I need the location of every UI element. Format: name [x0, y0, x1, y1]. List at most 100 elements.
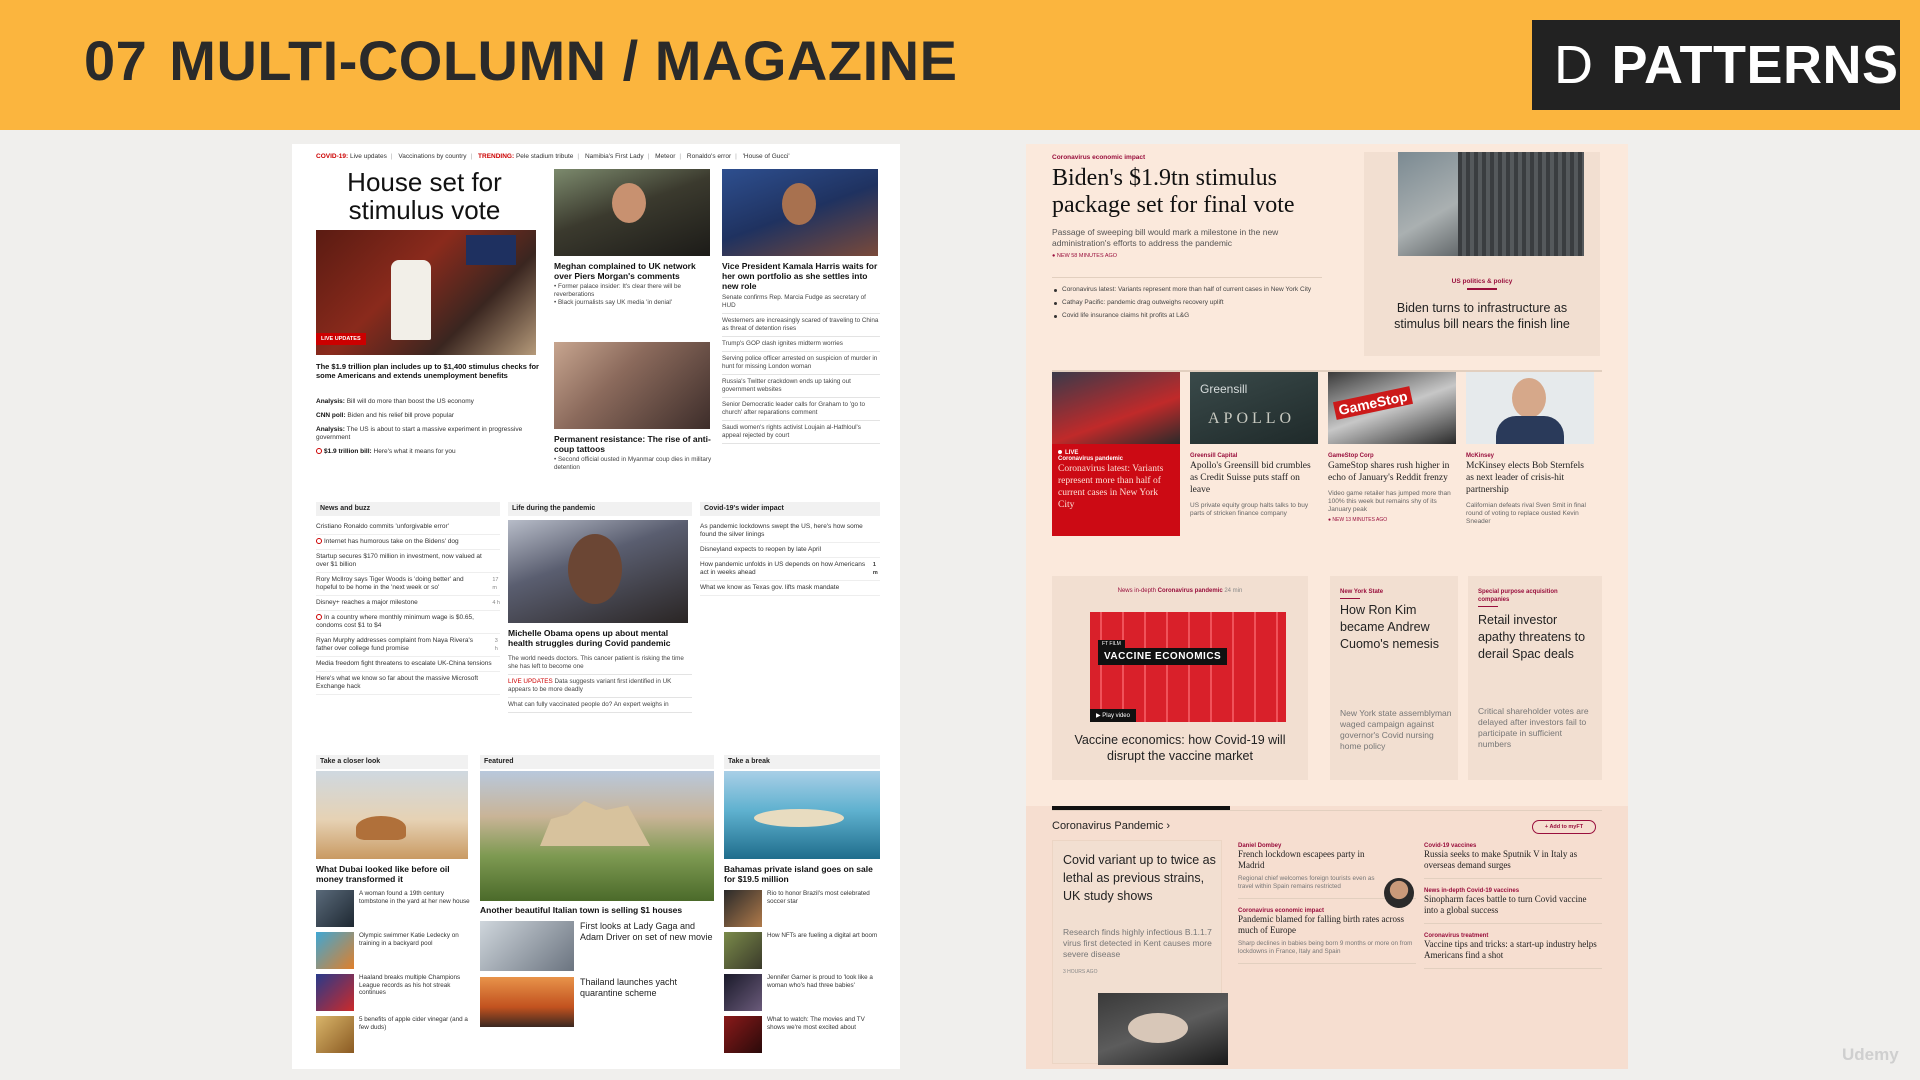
list-item[interactable]: 5 benefits of apple cider vinegar (and a… — [316, 1016, 472, 1053]
list-item[interactable]: In a country where monthly minimum wage … — [316, 611, 500, 634]
play-video-button[interactable]: ▶ Play video — [1090, 709, 1136, 722]
list-item[interactable]: Here's what we know so far about the mas… — [316, 672, 500, 695]
story-headline[interactable]: Coronavirus latest: Variants represent m… — [1058, 463, 1174, 511]
list-item[interactable]: Jennifer Garner is proud to 'look like a… — [724, 974, 882, 1011]
list-item[interactable]: Serving police officer arrested on suspi… — [722, 352, 880, 375]
kamala-image[interactable] — [722, 169, 878, 256]
story-kicker[interactable]: Coronavirus pandemic — [1058, 456, 1174, 462]
add-to-myft-button[interactable]: + Add to myFT — [1532, 820, 1596, 834]
section-link[interactable]: Coronavirus Pandemic › — [1052, 820, 1170, 832]
trending-link[interactable]: Vaccinations by country — [398, 153, 466, 160]
ft-spac-card[interactable]: Special purpose acquisition companies Re… — [1468, 576, 1602, 780]
list-item[interactable]: Analysis: The US is about to start a mas… — [316, 426, 544, 442]
ft-infrastructure-card[interactable]: US politics & policy Biden turns to infr… — [1364, 152, 1600, 356]
list-item[interactable]: Internet has humorous take on the Bidens… — [316, 535, 500, 550]
list-item[interactable]: Thailand launches yacht quarantine schem… — [480, 977, 716, 1027]
story-headline[interactable]: Vice President Kamala Harris waits for h… — [722, 261, 880, 291]
list-item[interactable]: Russia's Twitter crackdown ends up takin… — [722, 375, 880, 398]
trending-link[interactable]: 'House of Gucci' — [743, 153, 790, 160]
list-item[interactable]: $1.9 trillion bill: Here's what it means… — [316, 448, 544, 456]
meghan-image[interactable] — [554, 169, 710, 256]
story-headline[interactable]: Another beautiful Italian town is sellin… — [480, 905, 716, 915]
list-item[interactable]: First looks at Lady Gaga and Adam Driver… — [480, 921, 716, 971]
story-kicker[interactable]: Special purpose acquisition companies — [1478, 588, 1588, 604]
trending-link[interactable]: Pele stadium tribute — [516, 153, 573, 160]
list-item[interactable]: What to watch: The movies and TV shows w… — [724, 1016, 882, 1053]
trending-link[interactable]: Namibia's First Lady — [585, 153, 644, 160]
list-item[interactable]: Saudi women's rights activist Loujain al… — [722, 421, 880, 444]
story-kicker[interactable]: Greensill Capital — [1190, 453, 1318, 459]
list-item[interactable]: Disney+ reaches a major milestone 4 h — [316, 596, 500, 611]
story-kicker[interactable]: News in-depth Coronavirus pandemic 24 mi… — [1052, 588, 1308, 594]
story-headline[interactable]: Permanent resistance: The rise of anti-c… — [554, 434, 712, 454]
list-item[interactable]: Coronavirus treatment Vaccine tips and t… — [1424, 930, 1602, 969]
story-kicker[interactable]: McKinsey — [1466, 453, 1594, 459]
ft-story-card[interactable]: Greensill APOLLO Greensill Capital Apoll… — [1190, 372, 1318, 518]
story-kicker[interactable]: New York State — [1340, 588, 1450, 596]
story-headline[interactable]: Meghan complained to UK network over Pie… — [554, 261, 712, 281]
list-item[interactable]: • Second official ousted in Myanmar coup… — [554, 456, 712, 472]
list-item[interactable]: Daniel Dombey French lockdown escapees p… — [1238, 840, 1416, 908]
story-headline[interactable]: Biden turns to infrastructure as stimulu… — [1374, 300, 1590, 332]
list-item[interactable]: Haaland breaks multiple Champions League… — [316, 974, 472, 1011]
list-item[interactable]: Media freedom fight threatens to escalat… — [316, 657, 500, 672]
list-item[interactable]: Cathay Pacific: pandemic drag outweighs … — [1052, 299, 1322, 307]
story-headline[interactable]: Biden's $1.9tn stimulus package set for … — [1052, 165, 1322, 219]
list-item[interactable]: Westerners are increasingly scared of tr… — [722, 314, 880, 337]
ft-story-card[interactable]: LIVE Coronavirus pandemic Coronavirus la… — [1052, 372, 1180, 536]
obama-image[interactable] — [508, 520, 688, 623]
list-item[interactable]: Coronavirus latest: Variants represent m… — [1052, 286, 1322, 294]
dubai-image[interactable] — [316, 771, 468, 859]
hero-caption[interactable]: The $1.9 trillion plan includes up to $1… — [316, 362, 542, 380]
story-headline[interactable]: GameStop shares rush higher in echo of J… — [1328, 460, 1456, 484]
list-item[interactable]: LIVE UPDATES Data suggests variant first… — [508, 675, 692, 698]
story-kicker[interactable]: US politics & policy — [1364, 278, 1600, 285]
list-item[interactable]: A woman found a 19th century tombstone i… — [316, 890, 472, 927]
list-item[interactable]: Analysis: Bill will do more than boost t… — [316, 398, 544, 406]
story-headline[interactable]: McKinsey elects Bob Sternfels as next le… — [1466, 460, 1594, 496]
list-item[interactable]: Ryan Murphy addresses complaint from Nay… — [316, 634, 500, 657]
list-item[interactable]: Rory McIlroy says Tiger Woods is 'doing … — [316, 573, 500, 596]
list-item[interactable]: Startup secures $170 million in investme… — [316, 550, 500, 573]
list-item[interactable]: News in-depth Covid-19 vaccines Sinophar… — [1424, 885, 1602, 924]
italian-town-image[interactable] — [480, 771, 714, 901]
story-headline[interactable]: Michelle Obama opens up about mental hea… — [508, 628, 692, 648]
ft-story-card[interactable]: GameStop GameStop Corp GameStop shares r… — [1328, 372, 1456, 523]
list-item[interactable]: Trump's GOP clash ignites midterm worrie… — [722, 337, 880, 352]
list-item[interactable]: As pandemic lockdowns swept the US, here… — [700, 520, 880, 543]
list-item[interactable]: Rio to honor Brazil's most celebrated so… — [724, 890, 882, 927]
list-item[interactable]: What can fully vaccinated people do? An … — [508, 698, 692, 713]
ft-variant-card[interactable]: Covid variant up to twice as lethal as p… — [1052, 840, 1228, 1065]
story-headline[interactable]: Apollo's Greensill bid crumbles as Credi… — [1190, 460, 1318, 496]
ft-ron-kim-card[interactable]: New York State How Ron Kim became Andrew… — [1330, 576, 1458, 780]
story-kicker[interactable]: Coronavirus economic impact — [1052, 154, 1322, 161]
list-item[interactable]: Senior Democratic leader calls for Graha… — [722, 398, 880, 421]
list-item[interactable]: Coronavirus economic impact Pandemic bla… — [1238, 905, 1416, 964]
list-item[interactable]: The world needs doctors. This cancer pat… — [508, 652, 692, 675]
list-item[interactable]: Cristiano Ronaldo commits 'unforgivable … — [316, 520, 500, 535]
vaccine-video-thumbnail[interactable]: FT FILM VACCINE ECONOMICS ▶ Play video — [1090, 612, 1286, 722]
list-item[interactable]: Senate confirms Rep. Marcia Fudge as sec… — [722, 291, 880, 314]
story-headline[interactable]: What Dubai looked like before oil money … — [316, 864, 472, 884]
trending-link[interactable]: Live updates — [350, 153, 387, 160]
hero-image[interactable]: LIVE UPDATES — [316, 230, 536, 355]
hero-headline[interactable]: House set for stimulus vote — [312, 168, 537, 224]
list-item[interactable]: Covid-19 vaccines Russia seeks to make S… — [1424, 840, 1602, 879]
list-item[interactable]: Olympic swimmer Katie Ledecky on trainin… — [316, 932, 472, 969]
ft-story-card[interactable]: McKinsey McKinsey elects Bob Sternfels a… — [1466, 372, 1594, 526]
bahamas-image[interactable] — [724, 771, 880, 859]
trending-link[interactable]: Meteor — [655, 153, 675, 160]
story-kicker[interactable]: GameStop Corp — [1328, 453, 1456, 459]
list-item[interactable]: Disneyland expects to reopen by late Apr… — [700, 543, 880, 558]
story-headline[interactable]: Bahamas private island goes on sale for … — [724, 864, 882, 884]
list-item[interactable]: How pandemic unfolds in US depends on ho… — [700, 558, 880, 581]
trending-link[interactable]: Ronaldo's error — [687, 153, 731, 160]
list-item[interactable]: What we know as Texas gov. lifts mask ma… — [700, 581, 880, 596]
ft-video-card[interactable]: News in-depth Coronavirus pandemic 24 mi… — [1052, 576, 1308, 780]
list-item[interactable]: How NFTs are fueling a digital art boom — [724, 932, 882, 969]
story-headline[interactable]: Vaccine economics: how Covid-19 will dis… — [1062, 732, 1298, 764]
tattoo-image[interactable] — [554, 342, 710, 429]
story-headline[interactable]: Covid variant up to twice as lethal as p… — [1063, 851, 1217, 905]
story-headline[interactable]: How Ron Kim became Andrew Cuomo's nemesi… — [1340, 602, 1452, 653]
story-headline[interactable]: Retail investor apathy threatens to dera… — [1478, 612, 1590, 663]
